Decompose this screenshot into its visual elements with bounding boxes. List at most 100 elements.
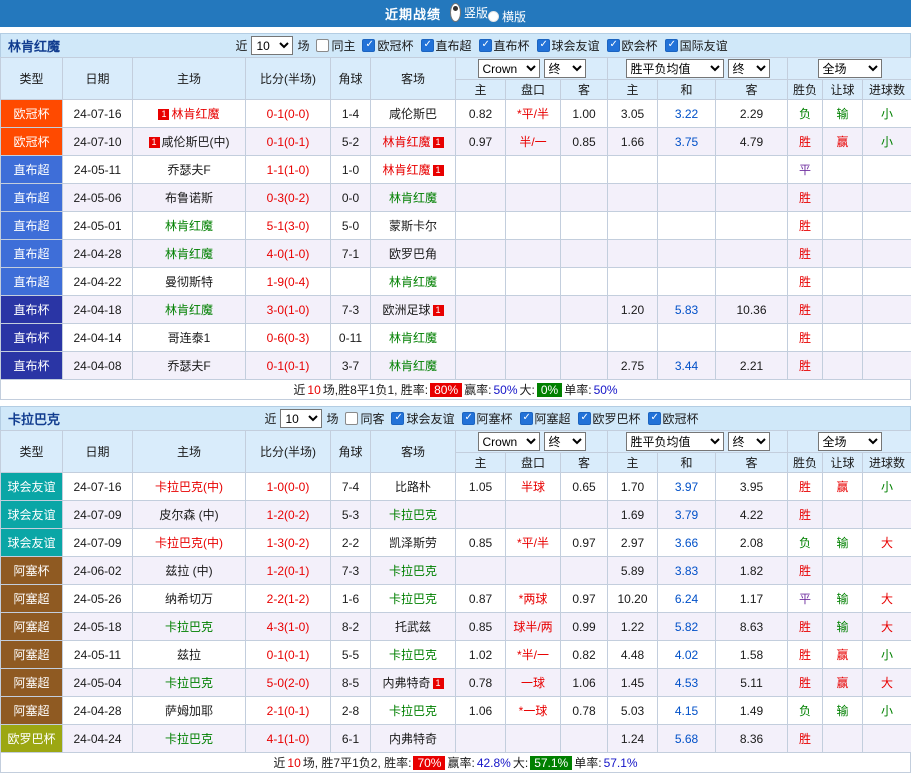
- league-filter[interactable]: 直布超: [421, 37, 472, 54]
- same-venue-filter[interactable]: 同主: [316, 37, 355, 54]
- result-wdl: 胜: [788, 669, 823, 697]
- odds-company-select[interactable]: Crown: [478, 59, 540, 78]
- score: 5-1(3-0): [246, 212, 331, 240]
- league-filter-checkbox[interactable]: [421, 39, 434, 52]
- league-filter[interactable]: 欧冠杯: [648, 410, 699, 427]
- away-team-name[interactable]: 托武兹: [395, 620, 431, 634]
- odds-stage-select[interactable]: 终: [544, 432, 586, 451]
- avg-stage-select[interactable]: 终: [728, 432, 770, 451]
- league-filter-checkbox[interactable]: [578, 412, 591, 425]
- away-team-name[interactable]: 林肯红魔: [382, 163, 430, 177]
- league-filter[interactable]: 欧罗巴杯: [578, 410, 641, 427]
- league-filter[interactable]: 球会友谊: [537, 37, 600, 54]
- league-filter-checkbox[interactable]: [362, 39, 375, 52]
- home-team-name[interactable]: 布鲁诺斯: [165, 191, 213, 205]
- home-team-name[interactable]: 卡拉巴克(中): [155, 536, 223, 550]
- away-team-name[interactable]: 卡拉巴克: [389, 508, 437, 522]
- league-filter[interactable]: 阿塞杯: [462, 410, 513, 427]
- column-header: 主: [608, 80, 658, 100]
- layout-option-2[interactable]: 横版: [488, 8, 526, 25]
- home-team-name[interactable]: 纳希切万: [165, 592, 213, 606]
- home-odds: [456, 324, 506, 352]
- away-odds: [561, 557, 608, 585]
- home-team-name[interactable]: 卡拉巴克: [165, 620, 213, 634]
- league-filter-checkbox[interactable]: [537, 39, 550, 52]
- home-team-name[interactable]: 咸伦斯巴(中): [162, 135, 230, 149]
- same-venue-filter[interactable]: 同客: [345, 410, 384, 427]
- home-team-name[interactable]: 哥连泰1: [168, 331, 211, 345]
- recent-count-select[interactable]: 10: [280, 409, 322, 428]
- away-team-name[interactable]: 林肯红魔: [389, 331, 437, 345]
- match-date: 24-05-11: [63, 641, 133, 669]
- away-team-name[interactable]: 卡拉巴克: [389, 592, 437, 606]
- team-name[interactable]: 林肯红魔: [8, 36, 60, 55]
- away-team-name[interactable]: 欧洲足球: [382, 303, 430, 317]
- away-team-cell: 托武兹: [371, 613, 456, 641]
- home-team-name[interactable]: 卡拉巴克: [165, 732, 213, 746]
- home-team-name[interactable]: 乔瑟夫F: [167, 359, 210, 373]
- away-team-name[interactable]: 蒙斯卡尔: [389, 219, 437, 233]
- odds-company-select[interactable]: Crown: [478, 432, 540, 451]
- away-team-cell: 欧罗巴角: [371, 240, 456, 268]
- home-team-name[interactable]: 卡拉巴克(中): [155, 480, 223, 494]
- league-filter[interactable]: 欧会杯: [607, 37, 658, 54]
- rank-badge: 1: [149, 137, 160, 148]
- away-team-name[interactable]: 比路朴: [395, 480, 431, 494]
- home-team-name[interactable]: 林肯红魔: [165, 219, 213, 233]
- away-team-name[interactable]: 林肯红魔: [389, 191, 437, 205]
- away-team-name[interactable]: 卡拉巴克: [389, 704, 437, 718]
- league-filter-checkbox[interactable]: [648, 412, 661, 425]
- away-team-name[interactable]: 内弗特奇: [382, 676, 430, 690]
- same-venue-checkbox[interactable]: [316, 39, 329, 52]
- league-filter-checkbox[interactable]: [607, 39, 620, 52]
- corners: 8-5: [331, 669, 371, 697]
- league-filter-checkbox[interactable]: [520, 412, 533, 425]
- home-team-name[interactable]: 兹拉 (中): [165, 564, 212, 578]
- home-team-name[interactable]: 林肯红魔: [165, 303, 213, 317]
- home-odds: 1.02: [456, 641, 506, 669]
- away-team-name[interactable]: 凯泽斯劳: [389, 536, 437, 550]
- column-header: 比分(半场): [246, 58, 331, 100]
- league-filter[interactable]: 欧冠杯: [362, 37, 413, 54]
- team-header-bar: 卡拉巴克近10场同客球会友谊阿塞杯阿塞超欧罗巴杯欧冠杯: [0, 406, 911, 430]
- home-team-name[interactable]: 卡拉巴克: [165, 676, 213, 690]
- same-venue-checkbox[interactable]: [345, 412, 358, 425]
- home-team-name[interactable]: 兹拉: [177, 648, 201, 662]
- column-header: 盘口: [506, 453, 561, 473]
- home-team-name[interactable]: 萨姆加耶: [165, 704, 213, 718]
- scope-select[interactable]: 全场: [818, 59, 882, 78]
- away-team-name[interactable]: 林肯红魔: [389, 359, 437, 373]
- league-filter[interactable]: 阿塞超: [520, 410, 571, 427]
- home-team-name[interactable]: 皮尔森 (中): [159, 508, 218, 522]
- league-filter-checkbox[interactable]: [665, 39, 678, 52]
- scope-select[interactable]: 全场: [818, 432, 882, 451]
- away-team-name[interactable]: 卡拉巴克: [389, 648, 437, 662]
- avg-type-select[interactable]: 胜平负均值: [626, 432, 724, 451]
- away-team-name[interactable]: 卡拉巴克: [389, 564, 437, 578]
- result-wdl: 负: [788, 697, 823, 725]
- home-team-name[interactable]: 林肯红魔: [171, 107, 219, 121]
- home-team-name[interactable]: 曼彻斯特: [165, 275, 213, 289]
- league-filter[interactable]: 直布杯: [479, 37, 530, 54]
- away-team-name[interactable]: 咸伦斯巴: [389, 107, 437, 121]
- column-header: 主: [608, 453, 658, 473]
- recent-count-select[interactable]: 10: [251, 36, 293, 55]
- avg-type-select[interactable]: 胜平负均值: [626, 59, 724, 78]
- away-team-name[interactable]: 欧罗巴角: [389, 247, 437, 261]
- avg-home-odds: 1.20: [608, 296, 658, 324]
- odds-stage-select[interactable]: 终: [544, 59, 586, 78]
- avg-stage-select[interactable]: 终: [728, 59, 770, 78]
- home-team-name[interactable]: 林肯红魔: [165, 247, 213, 261]
- team-name[interactable]: 卡拉巴克: [8, 409, 60, 428]
- league-filter-checkbox[interactable]: [479, 39, 492, 52]
- league-filter-checkbox[interactable]: [462, 412, 475, 425]
- league-filter[interactable]: 球会友谊: [391, 410, 454, 427]
- home-team-name[interactable]: 乔瑟夫F: [167, 163, 210, 177]
- league-filter[interactable]: 国际友谊: [665, 37, 728, 54]
- league-filter-checkbox[interactable]: [391, 412, 404, 425]
- away-team-name[interactable]: 林肯红魔: [389, 275, 437, 289]
- result-handicap: [823, 557, 863, 585]
- away-team-name[interactable]: 内弗特奇: [389, 732, 437, 746]
- layout-option-1[interactable]: 竖版: [450, 3, 488, 22]
- away-team-name[interactable]: 林肯红魔: [382, 135, 430, 149]
